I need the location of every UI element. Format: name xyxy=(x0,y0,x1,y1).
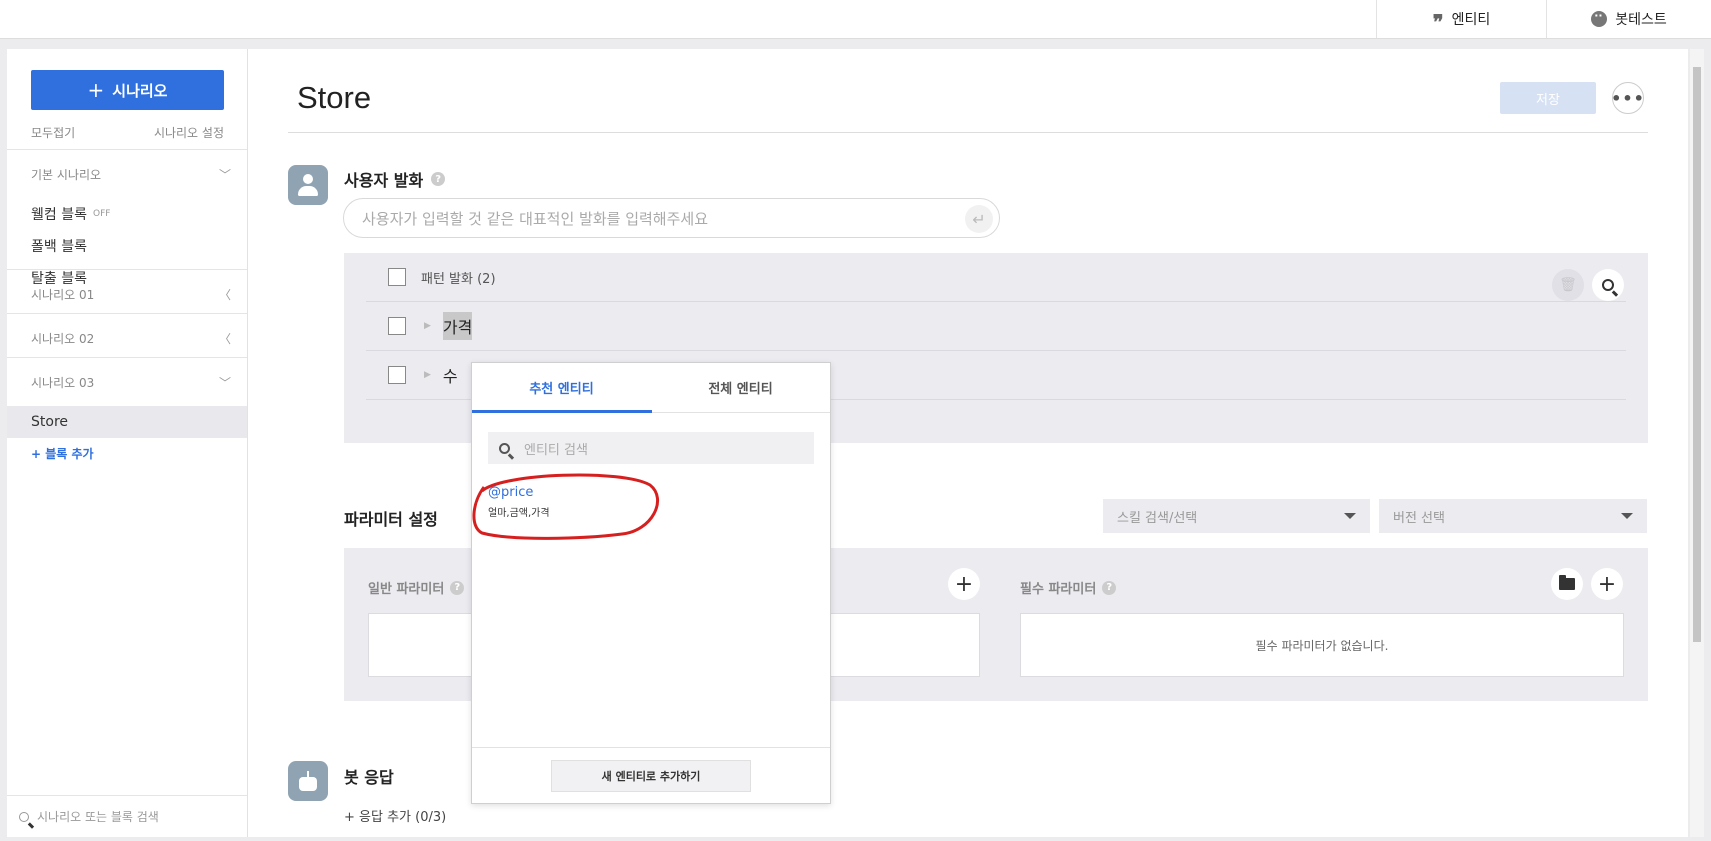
pattern-text[interactable]: 가격 xyxy=(442,312,473,340)
add-general-param-button[interactable]: + xyxy=(948,568,980,600)
utterance-placeholder: 사용자가 입력할 것 같은 대표적인 발화를 입력해주세요 xyxy=(362,209,709,228)
fallback-block-label: 폴백 블록 xyxy=(31,239,87,255)
expand-arrow-icon[interactable]: ▶ xyxy=(424,370,431,380)
entity-synonyms: 얼마,금액,가격 xyxy=(488,508,550,519)
scenario01-section: 시나리오 01 〈 xyxy=(7,269,247,318)
search-icon xyxy=(499,442,510,454)
enter-icon[interactable]: ↵ xyxy=(965,205,993,233)
pattern-text[interactable]: 수 xyxy=(443,363,458,387)
scenario02-section: 시나리오 02 〈 xyxy=(7,313,247,362)
general-params-label: 일반 파라미터 xyxy=(368,582,445,597)
chevron-left-icon: 〈 xyxy=(218,287,231,302)
popup-tabs: 추천 엔티티 전체 엔티티 xyxy=(472,363,830,413)
welcome-block-label: 웰컴 블록 xyxy=(31,207,87,223)
scrollbar-thumb[interactable] xyxy=(1693,67,1701,642)
scenario01-header[interactable]: 시나리오 01 〈 xyxy=(7,270,247,318)
pattern-row: ▶ 가격 xyxy=(366,302,1626,351)
plus-icon: + xyxy=(87,78,105,102)
trash-icon[interactable]: 🗑 xyxy=(1552,269,1584,301)
collapse-all-link[interactable]: 모두접기 xyxy=(31,124,75,141)
sidebar-links: 모두접기 시나리오 설정 xyxy=(31,124,224,141)
skill-select[interactable]: 스킬 검색/선택 xyxy=(1103,499,1370,533)
add-scenario-label: 시나리오 xyxy=(112,81,168,100)
skill-select-value: 스킬 검색/선택 xyxy=(1117,510,1198,526)
tab-all-entity[interactable]: 전체 엔티티 xyxy=(651,363,830,412)
pattern-header-label: 패턴 발화 (2) xyxy=(421,271,496,287)
sidebar: + 시나리오 모두접기 시나리오 설정 기본 시나리오 ﹀ 웰컴 블록 OFF … xyxy=(7,49,248,837)
basic-scenario-header[interactable]: 기본 시나리오 ﹀ xyxy=(7,150,247,198)
scenario03-section: 시나리오 03 ﹀ Store + 블록 추가 xyxy=(7,357,247,468)
bottest-tab-label: 봇테스트 xyxy=(1615,12,1667,28)
scenario-settings-link[interactable]: 시나리오 설정 xyxy=(154,124,224,141)
expand-arrow-icon[interactable]: ▶ xyxy=(424,321,431,331)
save-button[interactable]: 저장 xyxy=(1500,82,1596,114)
chevron-left-icon: 〈 xyxy=(218,331,231,346)
user-avatar-icon xyxy=(288,165,328,205)
bot-avatar-icon xyxy=(288,761,328,801)
tab-recommended-entity[interactable]: 추천 엔티티 xyxy=(472,363,652,413)
chevron-down-icon: ﹀ xyxy=(218,167,231,182)
help-icon[interactable]: ? xyxy=(431,172,446,186)
welcome-status-badge: OFF xyxy=(92,209,111,219)
search-icon xyxy=(19,811,29,822)
basic-scenario-title: 기본 시나리오 xyxy=(31,167,102,182)
pattern-header-row: 패턴 발화 (2) xyxy=(366,253,1626,302)
scenario02-header[interactable]: 시나리오 02 〈 xyxy=(7,314,247,362)
version-select[interactable]: 버전 선택 xyxy=(1379,499,1647,533)
scenario03-header[interactable]: 시나리오 03 ﹀ xyxy=(7,358,247,406)
scrollbar[interactable] xyxy=(1690,49,1704,837)
chat-bubble-icon xyxy=(1591,9,1608,27)
sidebar-search-placeholder: 시나리오 또는 블록 검색 xyxy=(37,810,159,824)
add-new-entity-button[interactable]: 새 엔티티로 추가하기 xyxy=(551,760,751,792)
entity-suggestion-item[interactable]: @price 얼마,금액,가격 xyxy=(488,485,550,519)
utterance-input[interactable]: 사용자가 입력할 것 같은 대표적인 발화를 입력해주세요 ↵ xyxy=(343,198,1000,238)
user-utterance-label: 사용자 발화 ? xyxy=(344,167,446,191)
scenario03-title: 시나리오 03 xyxy=(31,375,95,390)
sidebar-item-welcome[interactable]: 웰컴 블록 OFF xyxy=(7,198,247,230)
bottest-tab[interactable]: 봇테스트 xyxy=(1546,0,1711,38)
param-settings-label: 파라미터 설정 xyxy=(344,510,438,529)
entity-search-placeholder: 엔티티 검색 xyxy=(524,442,588,458)
search-icon[interactable] xyxy=(1592,269,1624,301)
required-params-empty: 필수 파라미터가 없습니다. xyxy=(1020,613,1624,677)
main-panel xyxy=(248,49,1688,837)
entity-search-input[interactable]: 엔티티 검색 xyxy=(488,432,814,464)
scenario01-title: 시나리오 01 xyxy=(31,287,95,302)
caret-down-icon xyxy=(1344,513,1356,519)
help-icon[interactable]: ? xyxy=(1102,580,1117,595)
help-icon[interactable]: ? xyxy=(450,580,465,595)
bot-response-label: 봇 응답 xyxy=(344,768,394,787)
caret-down-icon xyxy=(1621,513,1633,519)
required-params-title: 필수 파라미터 ? xyxy=(1020,578,1117,597)
required-params-label: 필수 파라미터 xyxy=(1020,582,1097,597)
sidebar-item-fallback[interactable]: 폴백 블록 xyxy=(7,230,247,262)
user-utterance-title: 사용자 발화 xyxy=(344,171,424,190)
select-all-checkbox[interactable] xyxy=(388,268,406,286)
general-params-title: 일반 파라미터 ? xyxy=(368,578,465,597)
pattern-checkbox[interactable] xyxy=(388,317,406,335)
sidebar-search[interactable]: 시나리오 또는 블록 검색 xyxy=(7,795,247,837)
entity-tab[interactable]: ❞ 엔티티 xyxy=(1376,0,1546,38)
add-scenario-button[interactable]: + 시나리오 xyxy=(31,70,224,110)
chevron-down-icon: ﹀ xyxy=(218,375,231,390)
scenario02-title: 시나리오 02 xyxy=(31,331,95,346)
entity-tab-label: 엔티티 xyxy=(1451,12,1491,28)
more-icon[interactable]: ••• xyxy=(1611,82,1644,114)
add-block-link[interactable]: + 블록 추가 xyxy=(7,438,247,468)
entity-name: @price xyxy=(488,485,534,500)
sidebar-item-store[interactable]: Store xyxy=(7,406,247,438)
pattern-checkbox[interactable] xyxy=(388,366,406,384)
version-select-value: 버전 선택 xyxy=(1393,510,1445,526)
add-required-param-button[interactable]: + xyxy=(1591,568,1623,600)
quote-icon: ❞ xyxy=(1432,10,1444,34)
popup-footer: 새 엔티티로 추가하기 xyxy=(472,747,830,804)
title-divider xyxy=(288,132,1648,133)
entity-popup: 추천 엔티티 전체 엔티티 엔티티 검색 @price 얼마,금액,가격 새 엔… xyxy=(471,362,831,804)
store-block-label: Store xyxy=(31,414,69,430)
top-bar: ❞ 엔티티 봇테스트 xyxy=(0,0,1711,39)
add-response-link[interactable]: + 응답 추가 (0/3) xyxy=(344,806,446,825)
page-title: Store xyxy=(297,80,372,115)
folder-icon[interactable] xyxy=(1551,568,1583,600)
